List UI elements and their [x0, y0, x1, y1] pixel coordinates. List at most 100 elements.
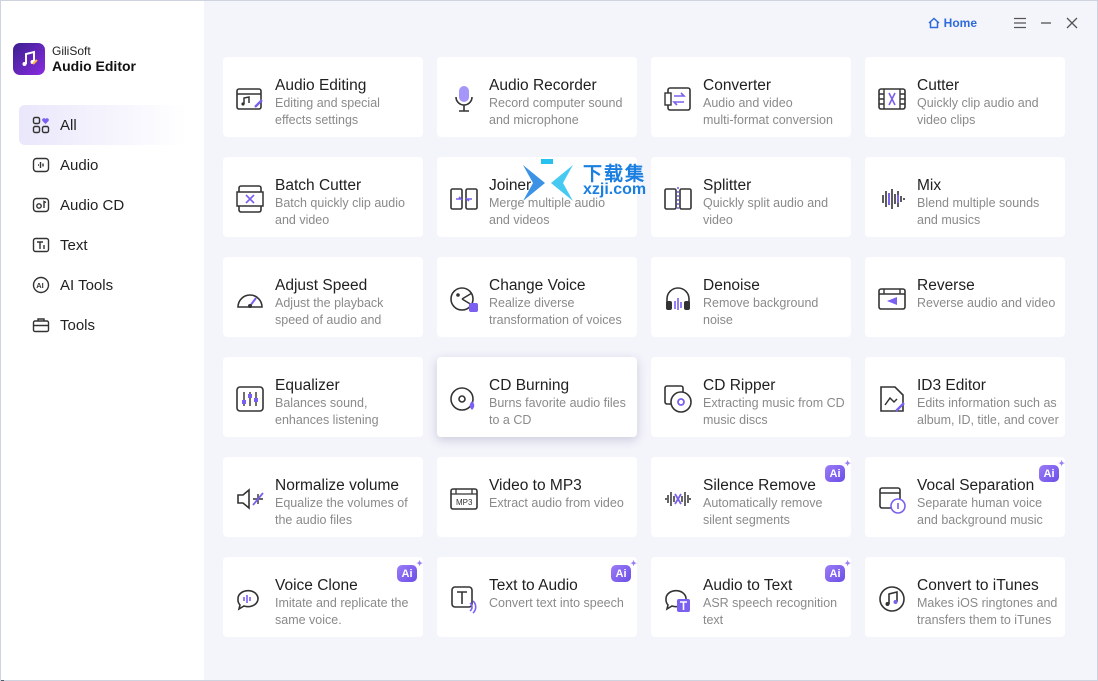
tool-title: Batch Cutter — [275, 177, 362, 194]
cutter-icon — [876, 83, 908, 115]
tool-description: Record computer sound and microphone — [489, 95, 637, 129]
tool-description-line-1: Automatically remove — [703, 496, 823, 510]
tool-card-text-to-audio[interactable]: Text to Audio Convert text into speech Ai — [437, 557, 637, 637]
tool-title: Equalizer — [275, 377, 340, 394]
sidebar-item-all[interactable]: All — [19, 105, 187, 145]
tool-description: Burns favorite audio files to a CD — [489, 395, 637, 429]
tool-description-line-2: speed of audio and — [275, 313, 382, 327]
sidebar-item-audio[interactable]: Audio — [19, 145, 187, 185]
tool-card-adjust-speed[interactable]: Adjust Speed Adjust the playback speed of … — [223, 257, 423, 337]
sidebar-item-ai-tools[interactable]: AI AI Tools — [19, 265, 187, 305]
tool-description-line-1: Extracting music from CD — [703, 396, 845, 410]
tool-card-audio-to-text[interactable]: Audio to Text ASR speech recognition text A… — [651, 557, 851, 637]
tool-description-line-2: multi-format conversion — [703, 113, 833, 127]
sidebar-item-text[interactable]: Text — [19, 225, 187, 265]
home-link[interactable]: Home — [928, 16, 977, 30]
tool-card-audio-recorder[interactable]: Audio Recorder Record computer sound and m… — [437, 57, 637, 137]
close-button[interactable] — [1059, 10, 1085, 36]
tool-card-converter[interactable]: Converter Audio and video multi-format con… — [651, 57, 851, 137]
itunes-icon — [876, 583, 908, 615]
tool-description-line-2: effects settings — [275, 113, 359, 127]
tool-card-audio-editing[interactable]: Audio Editing Editing and special effects … — [223, 57, 423, 137]
tool-description-line-2: the audio files — [275, 513, 353, 527]
tool-description: Remove background noise — [703, 295, 851, 329]
tool-description-line-1: Batch quickly clip audio — [275, 196, 405, 210]
tool-description-line-2: transfers them to iTunes — [917, 613, 1052, 627]
tool-card-batch-cutter[interactable]: Batch Cutter Batch quickly clip audio and … — [223, 157, 423, 237]
sidebar: GiliSoft Audio Editor All Audio Audio CD… — [1, 1, 204, 680]
tool-description-line-2: text — [703, 613, 724, 627]
ai-icon: AI — [32, 276, 50, 294]
tool-card-silence-remove[interactable]: Silence Remove Automatically remove silent… — [651, 457, 851, 537]
tool-card-cd-ripper[interactable]: CD Ripper Extracting music from CD music d… — [651, 357, 851, 437]
tool-card-cd-burning[interactable]: CD Burning Burns favorite audio files to a… — [437, 357, 637, 437]
tool-card-video-to-mp3[interactable]: MP3 Video to MP3 Extract audio from video — [437, 457, 637, 537]
svg-text:MP3: MP3 — [456, 498, 473, 507]
tool-description: Extract audio from video — [489, 495, 637, 529]
home-label: Home — [943, 16, 977, 30]
sidebar-item-label: All — [60, 116, 77, 134]
tool-description-line-1: Remove background — [703, 296, 819, 310]
tool-description: Reverse audio and video — [917, 295, 1065, 329]
tool-title: Convert to iTunes — [917, 577, 1039, 594]
tool-description-line-2: and background music — [917, 513, 1043, 527]
normalize-icon — [234, 483, 266, 515]
tool-description: Merge multiple audio and videos — [489, 195, 637, 229]
brand-name: Audio Editor — [52, 58, 136, 74]
tool-title: Joiner — [489, 177, 532, 194]
vocal-separation-icon — [876, 483, 908, 515]
menu-button[interactable] — [1007, 10, 1033, 36]
tool-card-joiner[interactable]: Joiner Merge multiple audio and videos — [437, 157, 637, 237]
minimize-button[interactable] — [1033, 10, 1059, 36]
audio-editing-icon — [234, 83, 266, 115]
converter-icon — [662, 83, 694, 115]
tool-description-line-2: and musics — [917, 213, 981, 227]
tool-description-line-1: Reverse audio and video — [917, 296, 1056, 310]
tool-card-voice-clone[interactable]: Voice Clone Imitate and replicate the same… — [223, 557, 423, 637]
tool-card-convert-to-itunes[interactable]: Convert to iTunes Makes iOS ringtones and… — [865, 557, 1065, 637]
tool-description: Convert text into speech — [489, 595, 637, 629]
tool-card-reverse[interactable]: Reverse Reverse audio and video — [865, 257, 1065, 337]
cd-ripper-icon — [662, 383, 694, 415]
tool-card-equalizer[interactable]: Equalizer Balances sound, enhances listeni… — [223, 357, 423, 437]
tool-title: Audio Editing — [275, 77, 367, 94]
tool-card-vocal-separation[interactable]: Vocal Separation Separate human voice and … — [865, 457, 1065, 537]
sidebar-item-audio-cd[interactable]: Audio CD — [19, 185, 187, 225]
tool-description-line-2: and videos — [489, 213, 550, 227]
tool-title: ID3 Editor — [917, 377, 986, 394]
tool-description: Separate human voice and background music — [917, 495, 1065, 529]
tool-description-line-2: same voice. — [275, 613, 342, 627]
minimize-icon — [1041, 22, 1051, 24]
menu-icon — [1014, 17, 1026, 29]
tool-card-mix[interactable]: Mix Blend multiple sounds and musics — [865, 157, 1065, 237]
close-icon — [1066, 17, 1078, 29]
tool-description-line-1: Imitate and replicate the — [275, 596, 409, 610]
tool-card-change-voice[interactable]: Change Voice Realize diverse transformatio… — [437, 257, 637, 337]
id3-editor-icon — [876, 383, 908, 415]
tool-description-line-1: Extract audio from video — [489, 496, 624, 510]
tool-description-line-1: Edits information such as — [917, 396, 1057, 410]
tool-description-line-1: Burns favorite audio files — [489, 396, 626, 410]
tool-description: Quickly split audio and video — [703, 195, 851, 229]
voice-clone-icon — [234, 583, 266, 615]
tool-description-line-1: Editing and special — [275, 96, 380, 110]
tool-title: Adjust Speed — [275, 277, 368, 294]
tool-card-denoise[interactable]: Denoise Remove background noise — [651, 257, 851, 337]
tool-description: Edits information such as album, ID, titl… — [917, 395, 1065, 429]
tool-card-id3-editor[interactable]: ID3 Editor Edits information such as album… — [865, 357, 1065, 437]
toolbox-icon — [32, 316, 50, 334]
ai-badge: Ai — [611, 559, 637, 582]
sidebar-nav: All Audio Audio CD Text AI AI Tools Tool… — [19, 105, 187, 345]
splitter-icon — [662, 183, 694, 215]
tool-description-line-1: Makes iOS ringtones and — [917, 596, 1058, 610]
tool-card-cutter[interactable]: Cutter Quickly clip audio and video clips — [865, 57, 1065, 137]
tool-card-normalize-volume[interactable]: Normalize volume Equalize the volumes of t… — [223, 457, 423, 537]
tool-card-splitter[interactable]: Splitter Quickly split audio and video — [651, 157, 851, 237]
ai-badge: Ai — [825, 459, 851, 482]
text-to-audio-icon — [448, 583, 480, 615]
sidebar-item-tools[interactable]: Tools — [19, 305, 187, 345]
tool-description-line-2: music discs — [703, 413, 768, 427]
tool-title: CD Ripper — [703, 377, 776, 394]
ai-badge: Ai — [825, 559, 851, 582]
ai-badge: Ai — [1039, 459, 1065, 482]
